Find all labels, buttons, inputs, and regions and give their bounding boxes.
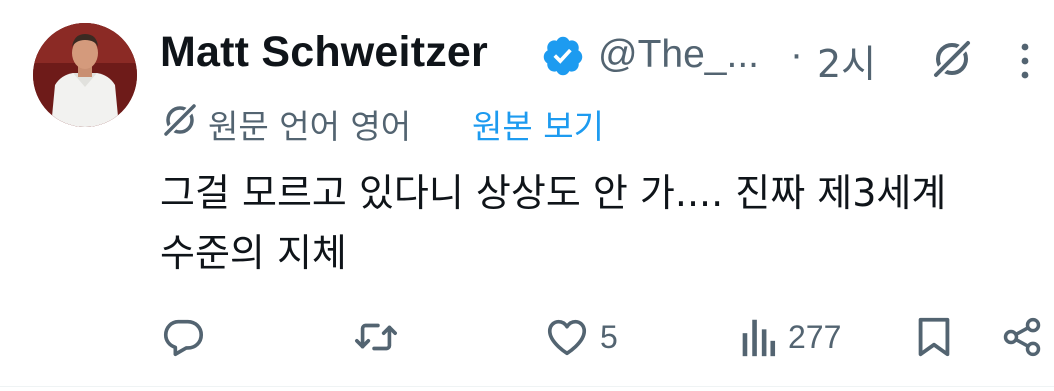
show-original-link[interactable]: 원본 보기 [472,100,604,148]
divider [0,386,1054,387]
views-button[interactable]: 277 [738,312,841,362]
view-count: 277 [788,318,842,355]
retweet-icon [355,323,397,351]
verified-badge-icon[interactable] [541,34,585,78]
share-button[interactable] [1000,312,1044,362]
like-button[interactable]: 5 [544,312,618,362]
retweet-button[interactable] [352,312,400,362]
avatar[interactable] [33,23,137,127]
reply-button[interactable] [160,312,206,362]
translation-bar: 원문 언어 영어 원본 보기 [160,96,860,146]
grok-icon [161,101,199,139]
like-count: 5 [600,318,618,355]
tweet-text-line: 수준의 지체 [160,231,347,275]
views-icon [742,319,776,357]
tweet-text: 그걸 모르고 있다니 상상도 안 가.... 진짜 제3세계 수준의 지체 [160,163,1040,283]
author-name[interactable]: Matt Schweitzer [160,28,488,77]
action-bar: 5 277 [0,312,1054,362]
separator-dot: · [790,33,803,76]
bookmark-button[interactable] [914,312,954,362]
translation-label: 원문 언어 영어 [208,107,412,146]
tweet-header: Matt Schweitzer @The_... · 2시 [160,22,1040,86]
tweet-text-line: 그걸 모르고 있다니 상상도 안 가.... 진짜 제3세계 [160,171,947,215]
reply-icon [163,319,204,357]
bookmark-icon [918,317,950,357]
heart-icon [547,319,587,356]
author-handle[interactable]: @The_... [598,33,759,77]
more-vertical-icon[interactable] [1018,38,1032,84]
timestamp[interactable]: 2시 [817,33,876,88]
share-icon [1003,317,1041,357]
grok-icon[interactable] [929,36,975,82]
